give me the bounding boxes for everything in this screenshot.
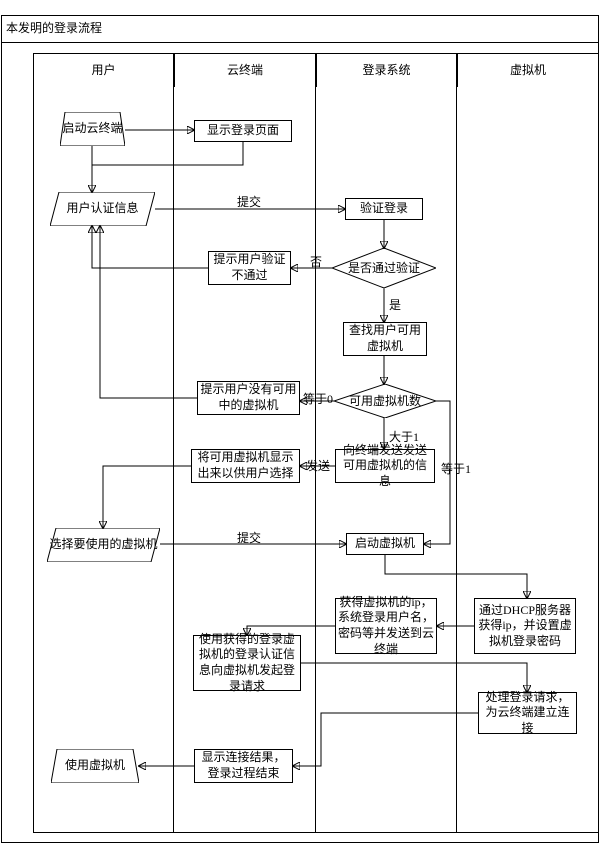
flowchart: 本发明的登录流程 用户 云终端 登录系统 虚拟机 启动云终端 显示登录页面 用户… <box>0 0 606 843</box>
